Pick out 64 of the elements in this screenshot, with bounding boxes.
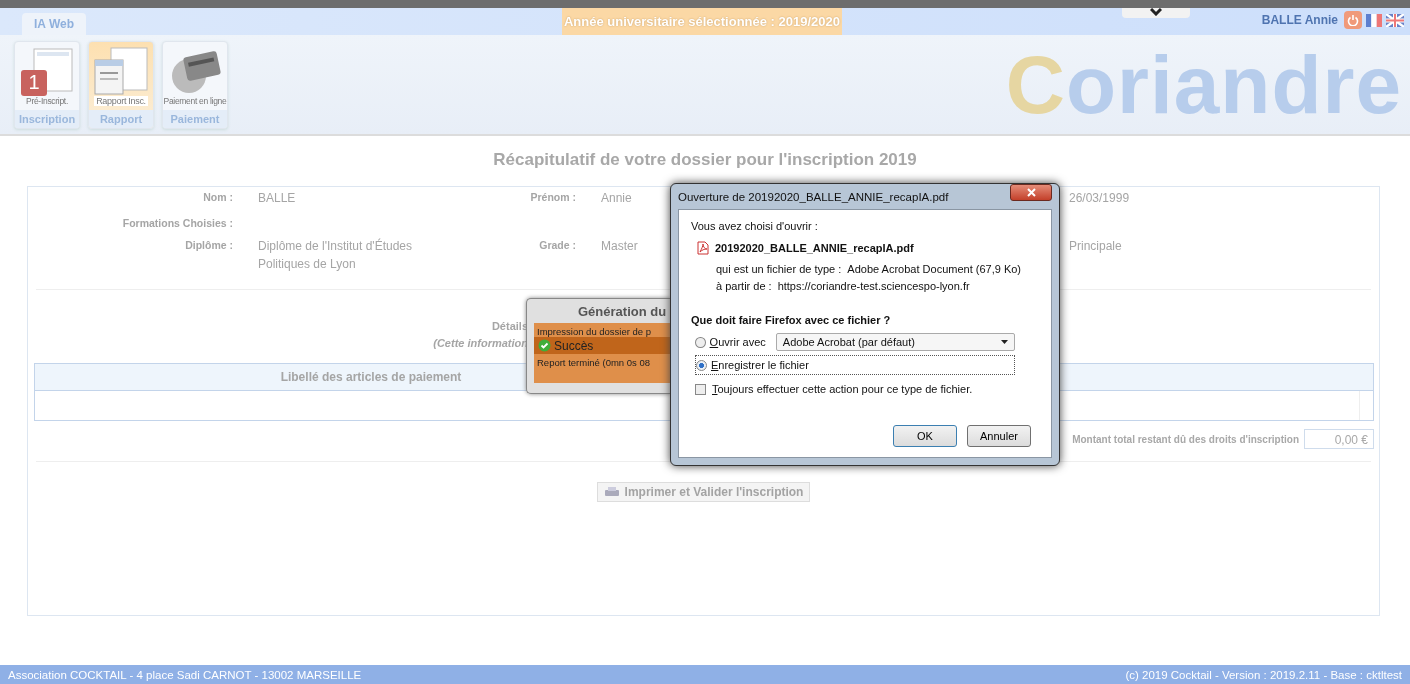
footer-version: (c) 2019 Cocktail - Version : 2019.2.11 - Base : cktltest <box>1125 668 1402 681</box>
application-dropdown[interactable]: Adobe Acrobat (par défaut) <box>775 333 1015 351</box>
academic-year-banner: Année universitaire sélectionnée : 2019/2020 <box>562 8 842 35</box>
french-flag-icon[interactable] <box>1366 13 1382 27</box>
toolbar-tile[interactable]: 1 Pré-Inscript. Inscription <box>14 40 80 129</box>
details-note: (Cette information <box>433 337 528 349</box>
pdf-file-icon <box>697 241 709 255</box>
popup-message: Impression du dossier de p <box>536 325 653 337</box>
close-icon <box>1026 187 1036 197</box>
radio-button[interactable] <box>696 359 707 371</box>
collapse-tab[interactable] <box>1122 8 1190 18</box>
uk-flag-icon[interactable] <box>1386 13 1404 27</box>
total-label: Montant total restant dû des droits d'inscription <box>1072 433 1299 445</box>
field-label: Formations Choisies : <box>121 216 233 229</box>
checkbox-label[interactable]: Toujours effectuer cette action pour ce type de fichier. <box>712 383 973 395</box>
report-document-icon <box>93 45 149 96</box>
column-header: Libellé des articles de paiement <box>280 370 462 384</box>
tile-label: Rapport <box>89 109 153 128</box>
field-value: 26/03/1999 <box>1069 190 1130 207</box>
step-badge: 1 <box>21 69 47 96</box>
option-label[interactable]: Enregistrer le fichier <box>711 359 809 371</box>
dialog-button[interactable]: Annuler <box>967 425 1031 447</box>
page-title: Récapitulatif de votre dossier pour l'inscription 2019 <box>492 150 918 170</box>
field-value: Diplôme de l'Institut d'Études Politiques de Lyon <box>258 237 413 273</box>
field-label: Nom : <box>202 190 233 205</box>
dialog-button[interactable]: OK <box>893 425 957 447</box>
power-icon[interactable] <box>1344 11 1362 29</box>
option-label[interactable]: Ouvrir avec <box>709 336 766 348</box>
chevron-down-icon <box>1150 8 1162 16</box>
tile-label: Inscription <box>15 109 79 128</box>
toolbar-tile[interactable]: Paiement en ligne Paiement <box>162 40 228 129</box>
field-label: Prénom : <box>529 190 576 205</box>
type-value: Adobe Acrobat Document (67,9 Ko) <box>847 263 1022 275</box>
dropdown-caret-icon <box>1001 340 1008 344</box>
type-label: qui est un fichier de type : <box>716 263 842 275</box>
status-text: Succès <box>554 338 594 353</box>
checkbox[interactable] <box>695 383 706 395</box>
footer-address: Association COCKTAIL - 4 place Sadi CARNOT - 13002 MARSEILLE <box>8 668 362 681</box>
field-value: Principale <box>1069 238 1122 255</box>
app-logo: Coriandre <box>1005 37 1402 132</box>
toolbar-tile[interactable]: Rapport Insc. Rapport <box>88 40 154 129</box>
tile-caption: Rapport Insc. <box>94 95 148 106</box>
total-field: 0,00 € <box>1304 429 1374 449</box>
source-label: à partir de : <box>716 280 772 292</box>
tile-caption: Pré-Inscript. <box>25 95 69 106</box>
field-value: Annie <box>601 190 632 207</box>
popup-title: Génération du <box>577 302 668 321</box>
tile-label: Paiement <box>163 109 227 128</box>
dialog-title: Ouverture de 20192020_BALLE_ANNIE_recapIA.pdf <box>678 190 949 203</box>
printer-icon <box>603 486 620 498</box>
source-value: https://coriandre-test.sciencespo-lyon.fr <box>777 280 970 292</box>
file-name: 20192020_BALLE_ANNIE_recapIA.pdf <box>715 242 914 254</box>
tile-caption: Paiement en ligne <box>163 95 227 106</box>
dialog-question: Que doit faire Firefox avec ce fichier ? <box>691 314 892 326</box>
report-time: Report terminé (0mn 0s 08 <box>536 356 651 368</box>
field-label: Grade : <box>538 238 576 253</box>
dialog-intro: Vous avez choisi d'ouvrir : <box>691 220 819 232</box>
field-value: Master <box>601 238 638 255</box>
success-check-icon <box>538 339 551 352</box>
field-label: Diplôme : <box>184 238 233 253</box>
user-name: BALLE Annie <box>1261 13 1338 27</box>
close-button[interactable] <box>1010 184 1052 201</box>
radio-button[interactable] <box>695 336 706 348</box>
field-value: BALLE <box>258 190 296 207</box>
